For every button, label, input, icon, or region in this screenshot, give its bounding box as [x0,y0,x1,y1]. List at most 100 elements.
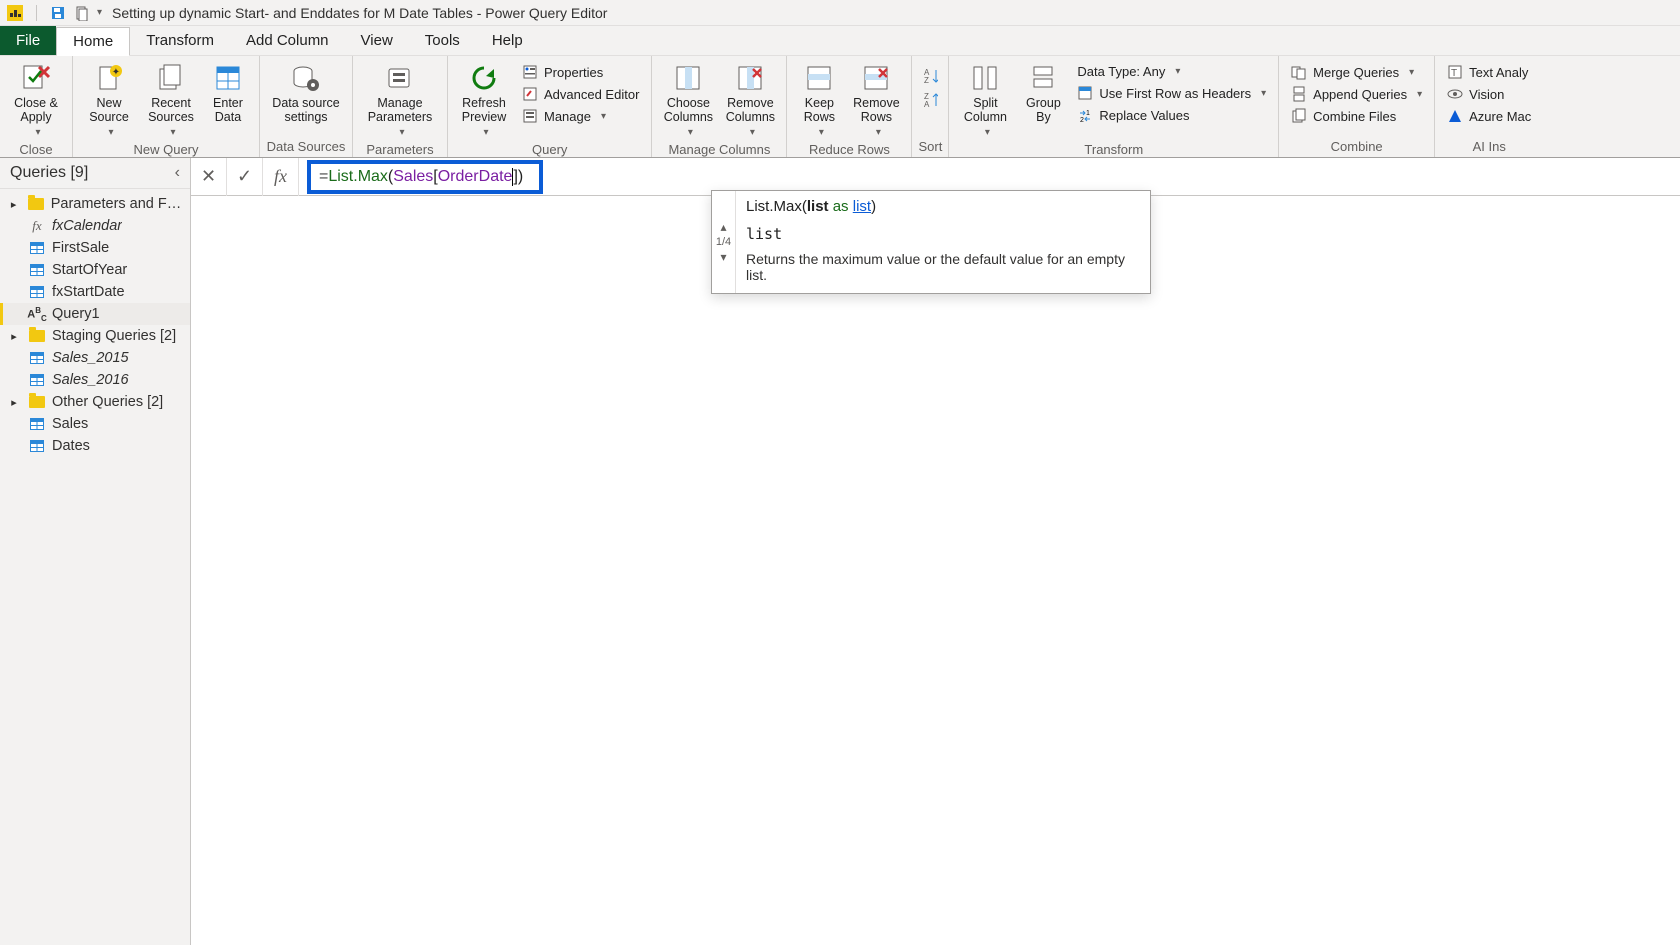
queries-pane: Queries [9] ‹ ▸Parameters and Fu… fxfxCa… [0,158,191,945]
close-apply-button[interactable]: Close &Apply [6,60,66,140]
svg-text:Z: Z [924,76,929,85]
tree-item-firstsale[interactable]: FirstSale [0,237,190,259]
tree-group-other[interactable]: ▸Other Queries [2] [0,391,190,413]
remove-rows-button[interactable]: RemoveRows [847,60,905,140]
enter-data-button[interactable]: EnterData [203,60,253,127]
properties-button[interactable]: Properties [516,62,645,82]
tree-group-staging[interactable]: ▸Staging Queries [2] [0,325,190,347]
remove-columns-button[interactable]: RemoveColumns [720,60,780,140]
popup-up-icon[interactable]: ▴ [720,220,726,234]
formula-table: Sales [393,168,433,186]
tab-home[interactable]: Home [56,27,130,56]
tree-item-startofyear[interactable]: StartOfYear [0,259,190,281]
ribbon-group-label: Combine [1279,137,1434,157]
abc-icon: ABC [28,306,46,322]
save-icon[interactable] [49,4,67,22]
manage-icon [522,108,538,124]
tab-help[interactable]: Help [476,26,539,55]
cancel-formula-button[interactable]: ✕ [191,158,227,196]
append-queries-button[interactable]: Append Queries [1285,84,1428,104]
group-by-icon [1027,62,1059,94]
tree-item-query1[interactable]: ABCQuery1 [0,303,190,325]
ribbon-group-transform: SplitColumn GroupBy Data Type: Any Use F… [949,56,1279,157]
tree-item-sales2016[interactable]: Sales_2016 [0,369,190,391]
queries-tree: ▸Parameters and Fu… fxfxCalendar FirstSa… [0,189,190,461]
tree-group-parameters[interactable]: ▸Parameters and Fu… [0,193,190,215]
ribbon-group-query: RefreshPreview Properties Advanced Edito… [448,56,652,157]
svg-text:T: T [1451,68,1457,79]
tab-tools[interactable]: Tools [409,26,476,55]
popup-down-icon[interactable]: ▾ [720,250,726,264]
svg-text:✦: ✦ [112,67,120,78]
ribbon-group-new-query: ✦ NewSource RecentSources EnterData New … [73,56,260,157]
ribbon-group-label: Manage Columns [652,140,786,160]
merge-icon [1291,64,1307,80]
formula-input[interactable]: = List.Max ( Sales [ OrderDate ] ) [307,160,543,194]
manage-button[interactable]: Manage [516,106,645,126]
menu-tabs: File Home Transform Add Column View Tool… [0,26,1680,56]
combine-files-button[interactable]: Combine Files [1285,106,1428,126]
replace-values-button[interactable]: 12Replace Values [1071,105,1272,125]
recent-sources-button[interactable]: RecentSources [141,60,201,140]
undo-icon[interactable] [73,4,91,22]
tab-add-column[interactable]: Add Column [230,26,345,55]
keep-rows-button[interactable]: KeepRows [793,60,845,140]
azure-ml-button[interactable]: Azure Mac [1441,106,1537,126]
formula-column: OrderDate [438,168,513,186]
choose-columns-icon [672,62,704,94]
sort-asc-icon: AZ [922,68,938,84]
fx-button[interactable]: fx [263,158,299,196]
group-by-button[interactable]: GroupBy [1017,60,1069,127]
tab-view[interactable]: View [345,26,409,55]
table-icon [28,350,46,366]
table-icon [28,240,46,256]
merge-queries-button[interactable]: Merge Queries [1285,62,1428,82]
first-row-headers-button[interactable]: Use First Row as Headers [1071,83,1272,103]
text-analytics-button[interactable]: TText Analy [1441,62,1537,82]
popup-counter: 1/4 [716,236,731,248]
sort-desc-button[interactable]: ZA [918,90,942,110]
title-bar: ▾ Setting up dynamic Start- and Enddates… [0,0,1680,26]
svg-text:2: 2 [1080,117,1084,123]
fx-icon: fx [28,218,46,234]
tab-transform[interactable]: Transform [130,26,230,55]
popup-description: Returns the maximum value or the default… [746,251,1140,283]
vision-button[interactable]: Vision [1441,84,1537,104]
ribbon-group-label: Reduce Rows [787,140,911,160]
tree-item-sales2015[interactable]: Sales_2015 [0,347,190,369]
ribbon: Close &Apply Close ✦ NewSource RecentSou… [0,56,1680,158]
choose-columns-button[interactable]: ChooseColumns [658,60,718,140]
advanced-editor-button[interactable]: Advanced Editor [516,84,645,104]
table-icon [28,372,46,388]
formula-fn: List.Max [328,168,388,186]
tree-item-dates[interactable]: Dates [0,435,190,457]
manage-parameters-button[interactable]: ManageParameters [359,60,441,140]
commit-formula-button[interactable]: ✓ [227,158,263,196]
quick-access-toolbar: ▾ [6,4,102,22]
replace-icon: 12 [1077,107,1093,123]
folder-icon [27,196,44,212]
ribbon-group-label: AI Ins [1435,137,1543,157]
tree-item-fxstartdate[interactable]: fxStartDate [0,281,190,303]
split-column-button[interactable]: SplitColumn [955,60,1015,140]
sort-desc-icon: ZA [922,92,938,108]
tree-item-sales[interactable]: Sales [0,413,190,435]
ribbon-group-label: Query [448,140,651,160]
collapse-pane-icon[interactable]: ‹ [175,164,180,182]
tree-item-fxcalendar[interactable]: fxfxCalendar [0,215,190,237]
headers-icon [1077,85,1093,101]
enter-data-icon [212,62,244,94]
tab-file[interactable]: File [0,26,56,55]
data-type-button[interactable]: Data Type: Any [1071,62,1272,81]
ribbon-group-label: Sort [912,137,948,157]
refresh-preview-button[interactable]: RefreshPreview [454,60,514,140]
qat-dropdown-icon[interactable]: ▾ [97,7,102,18]
data-source-settings-button[interactable]: Data sourcesettings [266,60,346,127]
new-source-button[interactable]: ✦ NewSource [79,60,139,140]
intellisense-popup: ▴ 1/4 ▾ List.Max(list as list) list Retu… [711,190,1151,294]
text-analytics-icon: T [1447,64,1463,80]
sort-asc-button[interactable]: AZ [918,66,942,86]
append-icon [1291,86,1307,102]
ribbon-group-reduce-rows: KeepRows RemoveRows Reduce Rows [787,56,912,157]
ribbon-group-label: Parameters [353,140,447,160]
